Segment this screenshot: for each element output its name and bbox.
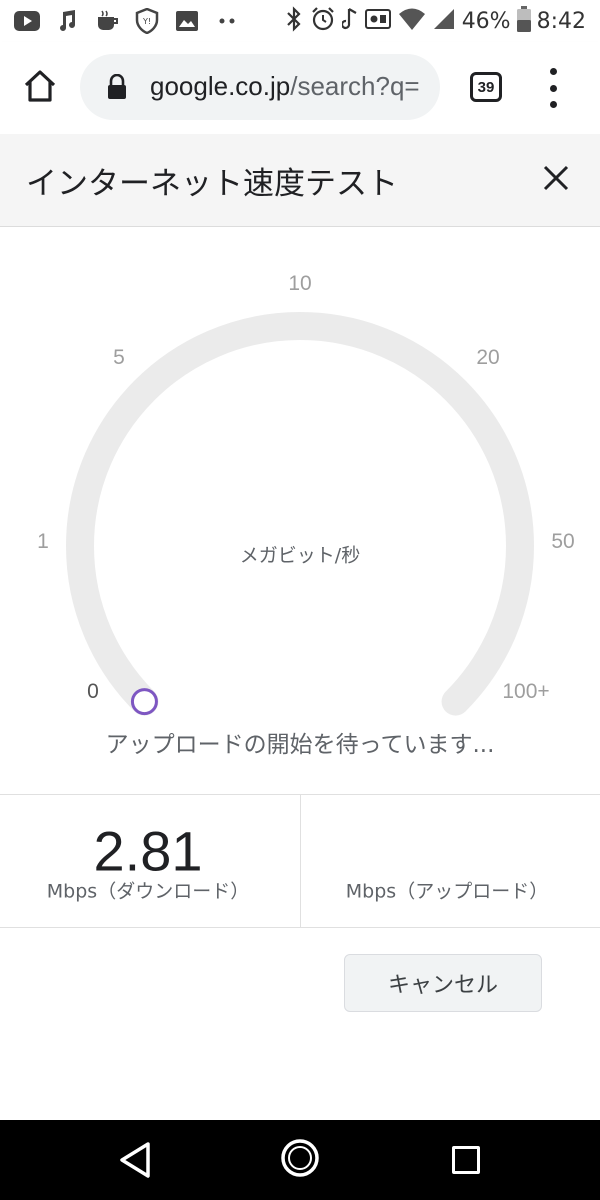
back-button[interactable]: [118, 1140, 152, 1184]
battery-icon: [516, 6, 531, 36]
url-path: /search?q=: [290, 71, 420, 101]
address-bar[interactable]: google.co.jp/search?q=: [80, 54, 440, 120]
back-icon: [120, 1142, 150, 1178]
notification-icons: Y!: [14, 8, 240, 34]
system-nav-bar: [0, 1120, 600, 1200]
menu-icon: [549, 68, 557, 75]
home-circle-icon: [281, 1139, 319, 1177]
gauge-indicator: [130, 688, 158, 716]
status-bar: Y! 46% 8:42: [0, 0, 600, 42]
clock-time: 8:42: [536, 8, 586, 34]
url-text: google.co.jp/search?q=: [150, 71, 420, 102]
download-result: 2.81 Mbps（ダウンロード）: [0, 795, 300, 927]
upload-label: Mbps（アップロード）: [345, 880, 549, 903]
home-nav-button[interactable]: [280, 1138, 320, 1182]
speed-gauge: 0 1 5 10 20 50 100+ メガビット/秒: [0, 228, 600, 748]
image-icon: [174, 8, 200, 34]
lock-icon: [106, 73, 128, 104]
tick-label: 50: [551, 530, 575, 553]
wifi-icon: [398, 7, 426, 35]
tick-label: 0: [87, 680, 99, 703]
menu-dot: [549, 84, 557, 92]
alarm-icon: [310, 6, 336, 36]
menu-button[interactable]: [538, 68, 568, 108]
shield-icon: Y!: [134, 8, 160, 34]
status-message: アップロードの開始を待っています...: [105, 732, 495, 758]
gauge-dial: [66, 312, 534, 716]
gauge-track: [66, 312, 534, 716]
home-button[interactable]: [18, 64, 62, 108]
tick-label: 1: [37, 530, 49, 553]
home-icon: [24, 70, 56, 102]
tab-count: 39: [477, 78, 495, 96]
page-title: インターネット速度テスト: [26, 166, 398, 202]
download-value: 2.81: [93, 819, 203, 883]
gauge-unit: メガビット/秒: [239, 544, 361, 567]
close-button[interactable]: [536, 158, 576, 198]
battery-percent: 46%: [461, 8, 511, 34]
menu-dot: [549, 101, 557, 108]
bluetooth-icon: [284, 6, 304, 36]
music-note-icon: [340, 6, 358, 36]
tick-label: 20: [476, 346, 500, 369]
tick-label: 10: [288, 272, 312, 295]
tick-label: 5: [113, 346, 125, 369]
url-host: google.co.jp: [150, 71, 291, 101]
cup-icon: [94, 8, 120, 34]
speedtest-header: インターネット速度テスト: [0, 134, 600, 227]
results-panel: 2.81 Mbps（ダウンロード） Mbps（アップロード）: [0, 794, 600, 928]
close-icon: [543, 165, 569, 191]
upload-result: Mbps（アップロード）: [300, 795, 600, 927]
system-icons: 46% 8:42: [284, 6, 586, 36]
tabs-button[interactable]: 39: [470, 72, 502, 102]
radio-icon: [364, 6, 392, 36]
more-dots-icon: [214, 8, 240, 34]
youtube-icon: [14, 8, 40, 34]
music-icon: [54, 8, 80, 34]
svg-text:Y!: Y!: [142, 17, 151, 26]
signal-icon: [432, 7, 456, 35]
recents-icon[interactable]: [452, 1146, 480, 1174]
download-label: Mbps（ダウンロード）: [46, 880, 250, 903]
browser-toolbar: google.co.jp/search?q= 39: [0, 42, 600, 135]
tick-label: 100+: [502, 680, 550, 703]
cancel-button[interactable]: キャンセル: [344, 954, 542, 1012]
